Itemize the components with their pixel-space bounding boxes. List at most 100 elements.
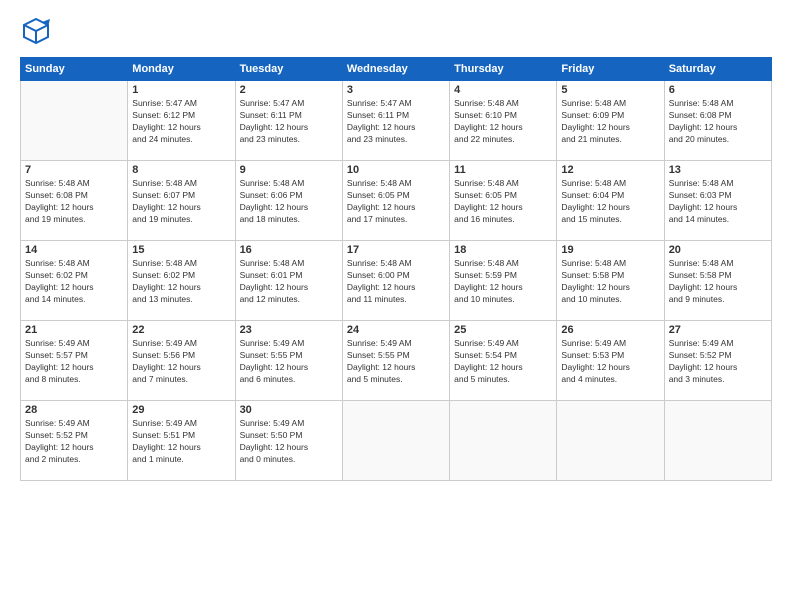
calendar-cell: 12Sunrise: 5:48 AM Sunset: 6:04 PM Dayli… — [557, 161, 664, 241]
calendar-cell: 27 Sunrise: 5:49 AM Sunset: 5:52 PM Dayli… — [664, 321, 771, 401]
day-number: 5 — [561, 84, 659, 96]
calendar-cell: 4Sunrise: 5:48 AM Sunset: 6:10 PM Daylig… — [450, 81, 557, 161]
calendar-cell: 9 Sunrise: 5:48 AM Sunset: 6:06 PM Daylig… — [235, 161, 342, 241]
calendar-cell: 14 Sunrise: 5:48 AM Sunset: 6:02 PM Dayli… — [21, 241, 128, 321]
day-number: 29 — [132, 404, 230, 416]
calendar-cell: 13 Sunrise: 5:48 AM Sunset: 6:03 PM Dayli… — [664, 161, 771, 241]
day-number: 16 — [240, 244, 338, 256]
calendar-cell: 18 Sunrise: 5:48 AM Sunset: 5:59 PM Dayli… — [450, 241, 557, 321]
calendar-cell: 21 Sunrise: 5:49 AM Sunset: 5:57 PM Dayli… — [21, 321, 128, 401]
calendar-cell — [450, 401, 557, 481]
calendar-cell: 28 Sunrise: 5:49 AM Sunset: 5:52 PM Dayli… — [21, 401, 128, 481]
day-number: 7 — [25, 164, 123, 176]
day-info: Sunrise: 5:48 AM Sunset: 6:08 PM Dayligh… — [669, 98, 767, 146]
logo — [20, 15, 54, 47]
calendar-cell — [664, 401, 771, 481]
day-number: 6 — [669, 84, 767, 96]
day-number: 21 — [25, 324, 123, 336]
weekday-header-cell: Wednesday — [342, 58, 449, 81]
day-info: Sunrise: 5:49 AM Sunset: 5:52 PM Dayligh… — [25, 418, 123, 466]
day-number: 24 — [347, 324, 445, 336]
day-info: Sunrise: 5:49 AM Sunset: 5:50 PM Dayligh… — [240, 418, 338, 466]
day-info: Sunrise: 5:48 AM Sunset: 6:04 PM Dayligh… — [561, 178, 659, 226]
calendar-week-row: 28 Sunrise: 5:49 AM Sunset: 5:52 PM Dayli… — [21, 401, 772, 481]
calendar-week-row: 14 Sunrise: 5:48 AM Sunset: 6:02 PM Dayli… — [21, 241, 772, 321]
calendar-cell: 22Sunrise: 5:49 AM Sunset: 5:56 PM Dayli… — [128, 321, 235, 401]
calendar-cell: 8 Sunrise: 5:48 AM Sunset: 6:07 PM Daylig… — [128, 161, 235, 241]
calendar-cell: 20Sunrise: 5:48 AM Sunset: 5:58 PM Dayli… — [664, 241, 771, 321]
day-number: 13 — [669, 164, 767, 176]
calendar-body: 1 Sunrise: 5:47 AM Sunset: 6:12 PM Daylig… — [21, 81, 772, 481]
calendar: SundayMondayTuesdayWednesdayThursdayFrid… — [20, 57, 772, 481]
calendar-cell: 6 Sunrise: 5:48 AM Sunset: 6:08 PM Daylig… — [664, 81, 771, 161]
day-number: 10 — [347, 164, 445, 176]
calendar-cell — [342, 401, 449, 481]
calendar-cell: 30 Sunrise: 5:49 AM Sunset: 5:50 PM Dayli… — [235, 401, 342, 481]
weekday-header-cell: Saturday — [664, 58, 771, 81]
day-number: 19 — [561, 244, 659, 256]
day-info: Sunrise: 5:49 AM Sunset: 5:55 PM Dayligh… — [240, 338, 338, 386]
day-info: Sunrise: 5:49 AM Sunset: 5:54 PM Dayligh… — [454, 338, 552, 386]
calendar-cell: 3 Sunrise: 5:47 AM Sunset: 6:11 PM Daylig… — [342, 81, 449, 161]
weekday-header-cell: Tuesday — [235, 58, 342, 81]
day-number: 8 — [132, 164, 230, 176]
calendar-cell: 17 Sunrise: 5:48 AM Sunset: 6:00 PM Dayli… — [342, 241, 449, 321]
day-info: Sunrise: 5:49 AM Sunset: 5:57 PM Dayligh… — [25, 338, 123, 386]
day-info: Sunrise: 5:48 AM Sunset: 6:08 PM Dayligh… — [25, 178, 123, 226]
day-number: 1 — [132, 84, 230, 96]
day-number: 17 — [347, 244, 445, 256]
day-info: Sunrise: 5:48 AM Sunset: 6:05 PM Dayligh… — [347, 178, 445, 226]
day-info: Sunrise: 5:48 AM Sunset: 5:58 PM Dayligh… — [561, 258, 659, 306]
day-info: Sunrise: 5:48 AM Sunset: 6:07 PM Dayligh… — [132, 178, 230, 226]
day-info: Sunrise: 5:49 AM Sunset: 5:56 PM Dayligh… — [132, 338, 230, 386]
day-info: Sunrise: 5:47 AM Sunset: 6:11 PM Dayligh… — [347, 98, 445, 146]
day-number: 25 — [454, 324, 552, 336]
day-number: 3 — [347, 84, 445, 96]
day-number: 23 — [240, 324, 338, 336]
day-info: Sunrise: 5:49 AM Sunset: 5:53 PM Dayligh… — [561, 338, 659, 386]
calendar-week-row: 1 Sunrise: 5:47 AM Sunset: 6:12 PM Daylig… — [21, 81, 772, 161]
day-number: 9 — [240, 164, 338, 176]
calendar-week-row: 7 Sunrise: 5:48 AM Sunset: 6:08 PM Daylig… — [21, 161, 772, 241]
logo-icon — [20, 15, 52, 47]
day-info: Sunrise: 5:48 AM Sunset: 6:02 PM Dayligh… — [25, 258, 123, 306]
weekday-header-cell: Sunday — [21, 58, 128, 81]
day-number: 20 — [669, 244, 767, 256]
day-info: Sunrise: 5:49 AM Sunset: 5:51 PM Dayligh… — [132, 418, 230, 466]
page: SundayMondayTuesdayWednesdayThursdayFrid… — [0, 0, 792, 612]
day-number: 28 — [25, 404, 123, 416]
calendar-cell: 19 Sunrise: 5:48 AM Sunset: 5:58 PM Dayli… — [557, 241, 664, 321]
weekday-header-cell: Thursday — [450, 58, 557, 81]
day-info: Sunrise: 5:48 AM Sunset: 6:00 PM Dayligh… — [347, 258, 445, 306]
calendar-cell: 23 Sunrise: 5:49 AM Sunset: 5:55 PM Dayli… — [235, 321, 342, 401]
day-info: Sunrise: 5:48 AM Sunset: 6:02 PM Dayligh… — [132, 258, 230, 306]
day-info: Sunrise: 5:49 AM Sunset: 5:55 PM Dayligh… — [347, 338, 445, 386]
day-number: 14 — [25, 244, 123, 256]
day-info: Sunrise: 5:48 AM Sunset: 6:03 PM Dayligh… — [669, 178, 767, 226]
calendar-cell: 10 Sunrise: 5:48 AM Sunset: 6:05 PM Dayli… — [342, 161, 449, 241]
calendar-cell: 29 Sunrise: 5:49 AM Sunset: 5:51 PM Dayli… — [128, 401, 235, 481]
day-info: Sunrise: 5:49 AM Sunset: 5:52 PM Dayligh… — [669, 338, 767, 386]
calendar-cell: 15 Sunrise: 5:48 AM Sunset: 6:02 PM Dayli… — [128, 241, 235, 321]
day-number: 30 — [240, 404, 338, 416]
weekday-header-cell: Monday — [128, 58, 235, 81]
calendar-cell: 25 Sunrise: 5:49 AM Sunset: 5:54 PM Dayli… — [450, 321, 557, 401]
day-number: 15 — [132, 244, 230, 256]
calendar-cell: 7 Sunrise: 5:48 AM Sunset: 6:08 PM Daylig… — [21, 161, 128, 241]
day-info: Sunrise: 5:47 AM Sunset: 6:12 PM Dayligh… — [132, 98, 230, 146]
weekday-header-row: SundayMondayTuesdayWednesdayThursdayFrid… — [21, 58, 772, 81]
calendar-cell: 16Sunrise: 5:48 AM Sunset: 6:01 PM Dayli… — [235, 241, 342, 321]
day-info: Sunrise: 5:48 AM Sunset: 6:06 PM Dayligh… — [240, 178, 338, 226]
day-number: 26 — [561, 324, 659, 336]
calendar-cell: 26 Sunrise: 5:49 AM Sunset: 5:53 PM Dayli… — [557, 321, 664, 401]
calendar-week-row: 21 Sunrise: 5:49 AM Sunset: 5:57 PM Dayli… — [21, 321, 772, 401]
calendar-cell: 1 Sunrise: 5:47 AM Sunset: 6:12 PM Daylig… — [128, 81, 235, 161]
calendar-cell: 24 Sunrise: 5:49 AM Sunset: 5:55 PM Dayli… — [342, 321, 449, 401]
day-info: Sunrise: 5:48 AM Sunset: 6:09 PM Dayligh… — [561, 98, 659, 146]
day-number: 4 — [454, 84, 552, 96]
day-info: Sunrise: 5:48 AM Sunset: 5:59 PM Dayligh… — [454, 258, 552, 306]
day-number: 2 — [240, 84, 338, 96]
day-number: 27 — [669, 324, 767, 336]
calendar-cell — [557, 401, 664, 481]
day-number: 18 — [454, 244, 552, 256]
